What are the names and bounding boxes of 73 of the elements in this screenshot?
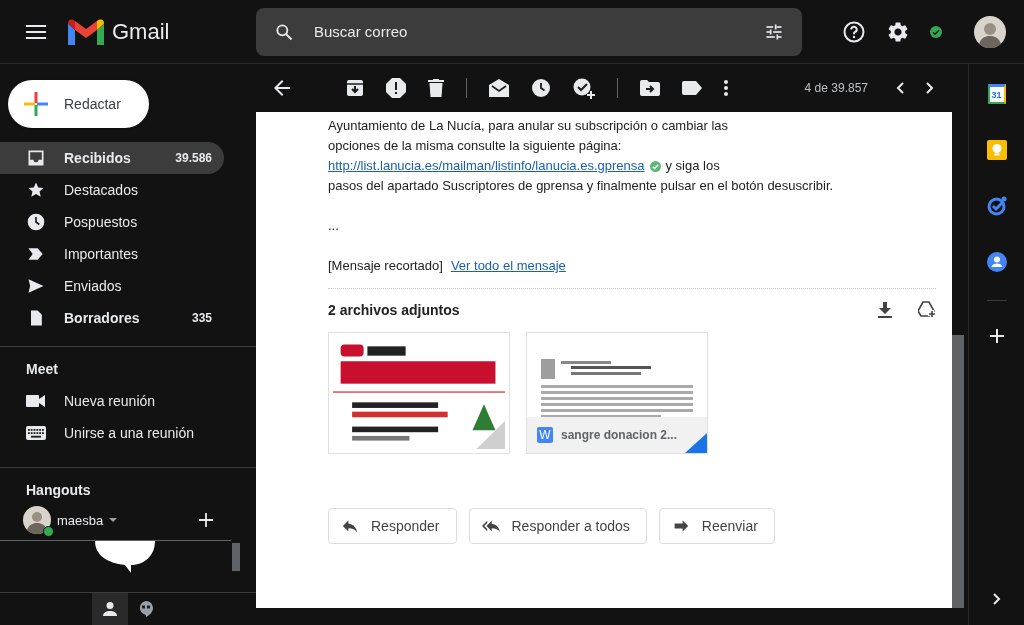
folder-item[interactable]: Destacados	[0, 174, 224, 206]
settings-icon[interactable]	[886, 19, 910, 44]
avatar[interactable]	[974, 15, 1006, 48]
clock-icon	[26, 212, 46, 232]
next-icon[interactable]	[926, 82, 934, 94]
search-icon	[274, 21, 294, 42]
calendar-icon[interactable]: 31	[987, 84, 1006, 104]
section-title: Meet	[26, 361, 59, 377]
folder-item[interactable]: Enviados	[0, 270, 224, 302]
reply-icon	[341, 518, 359, 534]
ellipsis-text: ...	[328, 217, 340, 235]
expand-panel-icon[interactable]	[992, 593, 1001, 605]
previous-icon[interactable]	[896, 82, 904, 94]
scrollbar[interactable]	[232, 543, 240, 571]
app-name: Gmail	[112, 18, 170, 45]
message-text: pasos del apartado Suscriptores de gprensa y finalmente pulsar en el botón desuscribir.	[328, 177, 835, 195]
folder-item[interactable]: Borradores 335	[0, 302, 224, 334]
reply-button[interactable]: Responder	[328, 508, 457, 544]
trash-icon[interactable]	[428, 79, 444, 97]
back-arrow-icon[interactable]	[274, 80, 290, 96]
view-all-link[interactable]: Ver todo el mensaje	[450, 256, 566, 276]
reply-all-icon	[481, 518, 500, 534]
more-options-icon[interactable]	[724, 80, 728, 96]
keyboard-icon	[26, 426, 46, 440]
label-icon[interactable]	[682, 81, 702, 95]
folder-item[interactable]: Importantes	[0, 238, 224, 270]
search-field[interactable]: Buscar correo	[312, 22, 746, 41]
meet-item[interactable]: Nueva reunión	[26, 385, 256, 417]
compose-button[interactable]: Redactar	[8, 80, 149, 128]
quote-bubble-icon	[138, 601, 154, 617]
plus-icon	[24, 92, 48, 116]
unsubscribe-link[interactable]: http://list.lanucia.es/mailman/listinfo/lanucia.es.gprensa	[328, 156, 645, 176]
mark-unread-icon[interactable]	[489, 79, 509, 97]
report-spam-icon[interactable]	[386, 78, 406, 98]
add-icon[interactable]	[199, 513, 213, 527]
person-icon	[102, 601, 118, 617]
clipped-note: [Mensaje recortado]	[328, 257, 443, 275]
download-icon[interactable]	[878, 301, 892, 318]
folder-item[interactable]: Pospuestos	[0, 206, 224, 238]
lightbulb-note-icon[interactable]	[986, 140, 1007, 160]
move-to-icon[interactable]	[640, 80, 660, 96]
word-document-icon: W	[537, 427, 553, 443]
scrollbar[interactable]	[952, 335, 964, 608]
caret-icon	[109, 518, 118, 522]
inbox-icon	[26, 148, 46, 168]
speech-bubble-drawing	[95, 541, 155, 573]
attachments-title: 2 archivos adjuntos	[328, 301, 461, 318]
archive-icon[interactable]	[346, 79, 364, 97]
meet-item[interactable]: Unirse a una reunión	[26, 417, 256, 449]
clock-icon[interactable]	[531, 78, 551, 98]
add-to-drive-icon[interactable]	[918, 301, 936, 318]
section-title: Hangouts	[26, 482, 92, 498]
help-icon[interactable]	[842, 19, 866, 44]
folder-item[interactable]: Recibidos 39.586	[0, 142, 224, 174]
video-camera-icon	[26, 394, 46, 408]
user-menu[interactable]: maesba	[57, 512, 199, 528]
attachment-name: sangre donacion 2...	[561, 428, 678, 442]
attachment-card[interactable]: W sangre donacion 2...	[526, 332, 708, 454]
message-text: Ayuntamiento de La Nucía, para anular su subscripción o cambiar las	[328, 117, 730, 135]
contacts-icon[interactable]	[986, 252, 1007, 272]
page-fold-icon	[685, 433, 707, 453]
user-avatar[interactable]	[23, 506, 51, 534]
add-task-icon[interactable]	[573, 77, 595, 99]
reply-button[interactable]: Reenviar	[658, 508, 775, 544]
reply-button[interactable]: Responder a todos	[468, 508, 647, 544]
message-text: opciones de la misma consulte la siguiente página:	[328, 137, 623, 155]
task-check-icon[interactable]	[986, 196, 1007, 216]
message-text: y siga los	[665, 157, 720, 175]
search-bar[interactable]: Buscar correo	[256, 7, 802, 56]
envelope-logo-icon	[68, 18, 104, 45]
contacts-tab[interactable]	[92, 593, 128, 625]
message-counter: 4 de 39.857	[804, 81, 868, 95]
add-icon[interactable]	[989, 329, 1004, 343]
